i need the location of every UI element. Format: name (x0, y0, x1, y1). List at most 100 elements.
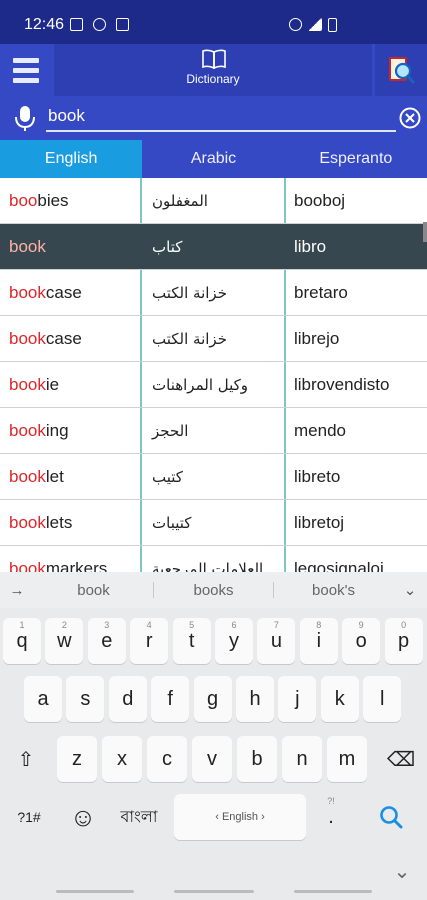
key-c[interactable]: c (147, 736, 187, 782)
key-a[interactable]: a (24, 676, 62, 722)
key-p[interactable]: 0p (384, 618, 423, 664)
key-l[interactable]: l (363, 676, 402, 722)
magnifier-dictionary-icon[interactable] (375, 44, 427, 96)
tab-arabic[interactable]: Arabic (142, 140, 284, 178)
key-j[interactable]: j (278, 676, 317, 722)
list-item[interactable]: book lets كتيبات libretoj (0, 500, 427, 546)
scrollbar-thumb[interactable] (423, 222, 427, 242)
key-label: f (167, 687, 173, 710)
key-f[interactable]: f (151, 676, 190, 722)
key-s[interactable]: s (66, 676, 105, 722)
nav-recents-icon[interactable] (56, 890, 134, 893)
esperanto-word: legosignaloj (294, 558, 384, 573)
arabic-word: خزانة الكتب (142, 270, 286, 315)
key-label: a (37, 687, 49, 710)
language-tabs: English Arabic Esperanto (0, 140, 427, 178)
key-label: s (80, 687, 91, 710)
list-item[interactable]: book ie وكيل المراهنات librovendisto (0, 362, 427, 408)
emoji-icon[interactable]: ☺ (60, 794, 106, 840)
clear-circle-icon[interactable] (399, 107, 421, 129)
suggestion-item[interactable]: books (154, 582, 273, 599)
search-icon[interactable] (358, 794, 424, 840)
search-input[interactable] (46, 102, 396, 132)
key-o[interactable]: 9o (342, 618, 381, 664)
key-b[interactable]: b (237, 736, 277, 782)
key-k[interactable]: k (320, 676, 359, 722)
esperanto-word: libro (294, 236, 327, 256)
space-key[interactable]: ‹ English › (174, 794, 306, 840)
key-label: ‹ English › (215, 811, 265, 823)
suggestion-item[interactable]: book's (274, 582, 393, 599)
arabic-word: كتيبات (142, 500, 286, 545)
key-h[interactable]: h (236, 676, 274, 722)
hamburger-menu-icon[interactable] (0, 44, 52, 96)
battery-icon (328, 18, 337, 32)
key-v[interactable]: v (192, 736, 232, 782)
key-hint: 9 (358, 620, 364, 630)
arabic-word: كتيب (142, 454, 286, 499)
key-hint: ?! (327, 796, 335, 806)
period-key[interactable]: ?!. (310, 794, 352, 840)
key-label: ⌫ (386, 748, 416, 771)
nav-back-icon[interactable] (294, 890, 372, 893)
list-item[interactable]: book case خزانة الكتب bretaro (0, 270, 427, 316)
backspace-key[interactable]: ⌫ (378, 736, 424, 782)
list-item[interactable]: book markers العلامات المرجعية legosignal… (0, 546, 427, 572)
key-label: ?1# (17, 809, 41, 825)
esperanto-word: librovendisto (294, 374, 390, 394)
key-t[interactable]: 5t (172, 618, 211, 664)
key-label: m (338, 747, 356, 770)
key-m[interactable]: m (327, 736, 367, 782)
list-item[interactable]: book case خزانة الكتب librejo (0, 316, 427, 362)
esperanto-word: librejo (294, 328, 340, 348)
key-label: বাংলা (120, 808, 158, 826)
key-label: h (249, 687, 261, 710)
english-word: boo bies (0, 178, 142, 223)
esperanto-word: libretoj (294, 512, 345, 532)
key-g[interactable]: g (193, 676, 232, 722)
key-z[interactable]: z (57, 736, 97, 782)
esperanto-word: mendo (294, 420, 346, 440)
list-item-selected[interactable]: book كتاب libro (0, 224, 427, 270)
list-item[interactable]: boo bies المغفلون booboj (0, 178, 427, 224)
language-switch-key[interactable]: বাংলা (108, 794, 170, 840)
key-e[interactable]: 3e (87, 618, 126, 664)
chevron-down-icon[interactable]: ⌄ (393, 581, 427, 599)
usb-icon (93, 18, 106, 31)
key-i[interactable]: 8i (299, 618, 338, 664)
arabic-word: كتاب (142, 224, 286, 269)
list-item[interactable]: book ing الحجز mendo (0, 408, 427, 454)
suggestion-item[interactable]: book (34, 582, 153, 599)
key-d[interactable]: d (108, 676, 147, 722)
alarm-icon (289, 18, 302, 31)
arabic-word: وكيل المراهنات (142, 362, 286, 407)
esperanto-word: booboj (294, 190, 346, 210)
microphone-icon[interactable] (12, 104, 38, 132)
status-time: 12:46 (24, 16, 65, 33)
key-label: q (16, 629, 28, 652)
symbols-key[interactable]: ?1# (3, 794, 55, 840)
esperanto-word: bretaro (294, 282, 348, 302)
key-r[interactable]: 4r (130, 618, 169, 664)
key-hint: 8 (316, 620, 322, 630)
arrow-right-icon[interactable]: → (0, 582, 34, 599)
english-word: book ie (0, 362, 142, 407)
search-bar (0, 96, 427, 140)
key-x[interactable]: x (102, 736, 142, 782)
key-label: o (355, 629, 367, 652)
key-label: v (207, 747, 217, 770)
list-item[interactable]: book let كتيب libreto (0, 454, 427, 500)
key-label: g (207, 687, 219, 710)
shift-key[interactable]: ⇧ (3, 736, 49, 782)
english-word: book case (0, 316, 142, 361)
key-u[interactable]: 7u (257, 618, 296, 664)
tab-english[interactable]: English (0, 140, 143, 178)
nav-home-icon[interactable] (174, 890, 254, 893)
tab-esperanto[interactable]: Esperanto (285, 140, 427, 178)
key-q[interactable]: 1q (3, 618, 41, 664)
esperanto-word: libreto (294, 466, 341, 486)
image-icon (70, 18, 83, 31)
key-y[interactable]: 6y (215, 618, 253, 664)
key-n[interactable]: n (282, 736, 322, 782)
key-w[interactable]: 2w (45, 618, 84, 664)
